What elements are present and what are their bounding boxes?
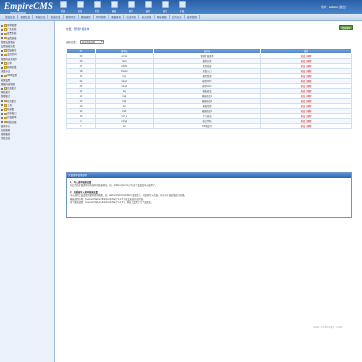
tree-item-label: 工具: [7, 103, 12, 107]
note-text: 多个数组调用：$value=ReturnPublicAddVar('1,2,3'…: [70, 201, 153, 205]
user-info: 用户：admin [退出]: [321, 5, 346, 9]
toolbar-icon: [178, 1, 186, 8]
tree-item-label: 投票系统: [7, 32, 17, 36]
nav-item-2[interactable]: 审核信息: [33, 15, 49, 19]
tree-item-label: 管理友情链接: [1, 40, 15, 44]
toolbar-item-3[interactable]: 模板: [107, 1, 121, 13]
tree-item-label: 附加功能: [7, 120, 17, 124]
toolbar-item-6[interactable]: 其它: [158, 1, 172, 13]
toolbar-item-1[interactable]: 信息: [73, 1, 87, 13]
tree-item-label: 模版内容管理: [1, 82, 15, 86]
toolbar-icon: [144, 1, 152, 8]
tree-item-label: 友情链接分类: [1, 45, 15, 49]
toolbar-icon: [127, 1, 135, 8]
usage-note: 扩展菜单使用说明 1、写入菜单链接变量 在后台的扩展菜单中添加你的链接地址，如：e…: [66, 172, 352, 218]
toolbar-item-5[interactable]: 插件: [141, 1, 155, 13]
top-toolbar: 系统 信息 栏目 模板 用户 插件 其它 扩展: [56, 1, 189, 13]
nav-item-10[interactable]: 网站地图: [155, 15, 170, 19]
toolbar-label: 栏目: [94, 9, 100, 13]
row-actions[interactable]: 修改 | 删除: [260, 123, 352, 129]
toolbar-item-2[interactable]: 栏目: [90, 1, 104, 13]
nav-item-1[interactable]: 管理信息: [18, 15, 34, 19]
tree-item-label: WAP设置: [7, 74, 17, 78]
tree-item-label: 采集节点: [1, 70, 11, 74]
menu-table: ID 菜单名 显示名 操作 23 ecms 管理扩展菜单 修改 | 删除 16 duio 模型分类修…: [66, 48, 352, 129]
shortcut-nav: 增加信息 管理信息 审核信息 签发信息 管理评论 数据更新 附件管理 数据备份 后台首页 站点首页…: [0, 14, 362, 21]
toolbar-icon: [93, 1, 101, 8]
logo-text: EmpireCMS: [4, 1, 54, 11]
tree-item-label: 友情链接: [7, 36, 17, 40]
nav-item-0[interactable]: 增加信息: [3, 15, 19, 19]
toolbar-icon: [59, 1, 67, 8]
toolbar-label: 扩展: [179, 9, 185, 13]
tree-item-label: 在线更新: [1, 129, 11, 133]
tree-item-label: 管理统计: [1, 95, 11, 99]
toolbar-item-4[interactable]: 用户: [124, 1, 138, 13]
tree-item-label: 订单: [7, 61, 12, 65]
table-cell: 1: [66, 123, 96, 129]
table-cell: ICP备案号: [152, 123, 262, 129]
category-select-value: 显示所有分类: [81, 41, 96, 44]
category-filter: 选择分类： 显示所有分类 ▼: [66, 40, 104, 44]
filter-label: 选择分类：: [66, 41, 78, 44]
nav-item-11[interactable]: 后台日志: [170, 15, 185, 19]
breadcrumb-prefix: 位置：: [66, 28, 74, 31]
tree-item-label: 防采集: [7, 108, 15, 112]
user-prefix: 用户：: [321, 6, 329, 9]
chevron-down-icon: ▼: [101, 41, 103, 43]
category-select[interactable]: 显示所有分类 ▼: [79, 40, 104, 44]
tree-item-label: 其他管理: [7, 24, 17, 27]
breadcrumb-link[interactable]: 管理扩展菜单: [74, 28, 90, 31]
nav-item-12[interactable]: 插件管理: [185, 15, 201, 19]
nav-item-9[interactable]: 站点首页: [139, 15, 155, 19]
toolbar-label: 插件: [145, 9, 151, 13]
tree-item-label: 新闻采集: [7, 66, 17, 70]
tree-item-label: 错误报告: [7, 49, 17, 53]
nav-item-3[interactable]: 签发信息: [48, 15, 64, 19]
logo: EmpireCMS帝国网站管理系统: [4, 1, 54, 15]
toolbar-label: 系统: [60, 9, 66, 13]
toolbar-icon: [161, 1, 169, 8]
tree-item-label: 开放接口: [7, 112, 17, 116]
table-row: 1 kio ICP备案号 修改 | 删除: [66, 123, 352, 129]
nav-item-8[interactable]: 后台首页: [124, 15, 140, 19]
nav-item-7[interactable]: 数据备份: [109, 15, 125, 19]
tree-item-label: 管理内容关键字: [1, 57, 18, 61]
breadcrumb: 位置：管理扩展菜单: [66, 27, 89, 31]
tree-item-label: 广告系统: [7, 28, 17, 32]
toolbar-item-7[interactable]: 扩展: [175, 1, 189, 13]
tree-item[interactable]: 系统信息: [1, 137, 53, 141]
tree-item-label: 会员空间: [7, 53, 17, 57]
add-menu-button[interactable]: 增加菜单: [339, 25, 353, 30]
toolbar-icon: [76, 1, 84, 8]
toolbar-label: 其它: [162, 9, 168, 13]
toolbar-label: 信息: [77, 9, 83, 13]
tree-item-label: 扩展菜单: [7, 116, 17, 120]
header-bar: EmpireCMS帝国网站管理系统 系统 信息 栏目 模板 用户 插件 其它 扩展 用户：ad…: [0, 0, 362, 15]
tree-item-label: 网站统计: [1, 91, 11, 95]
toolbar-label: 模板: [111, 9, 117, 13]
watermark: www.cnblogs.com: [313, 325, 342, 329]
nav-item-4[interactable]: 管理评论: [64, 15, 79, 19]
sidebar-tree: 其他管理 广告系统 投票系统 友情链接 管理友情链接 友情链接分类 错误报告 会员空间 管理内容…: [0, 21, 55, 362]
nav-item-6[interactable]: 附件管理: [94, 15, 110, 19]
usage-note-body: 1、写入菜单链接变量 在后台的扩展菜单中添加你的链接地址，如：ehttp://[e…: [67, 178, 351, 209]
tree-item-label: 管理备份: [1, 133, 11, 137]
toolbar-item-0[interactable]: 系统: [56, 1, 70, 13]
user-name[interactable]: admin: [329, 6, 338, 9]
tree-item-label: 服务中心: [1, 124, 11, 128]
main-panel: 位置：管理扩展菜单 增加菜单 选择分类： 显示所有分类 ▼ ID 菜单名 显示名 操作 23…: [57, 21, 362, 362]
tree-item-label: 权限设置: [1, 78, 11, 82]
tree-item-label: 信息统计: [7, 87, 17, 91]
tree-item-label: 系统信息: [1, 137, 11, 141]
toolbar-icon: [110, 1, 118, 8]
table-cell: kio: [94, 123, 154, 129]
nav-item-5[interactable]: 数据更新: [79, 15, 94, 19]
logout-link[interactable]: [退出]: [338, 6, 346, 9]
toolbar-label: 用户: [128, 9, 134, 13]
tree-item-label: 综合统计: [7, 99, 17, 103]
